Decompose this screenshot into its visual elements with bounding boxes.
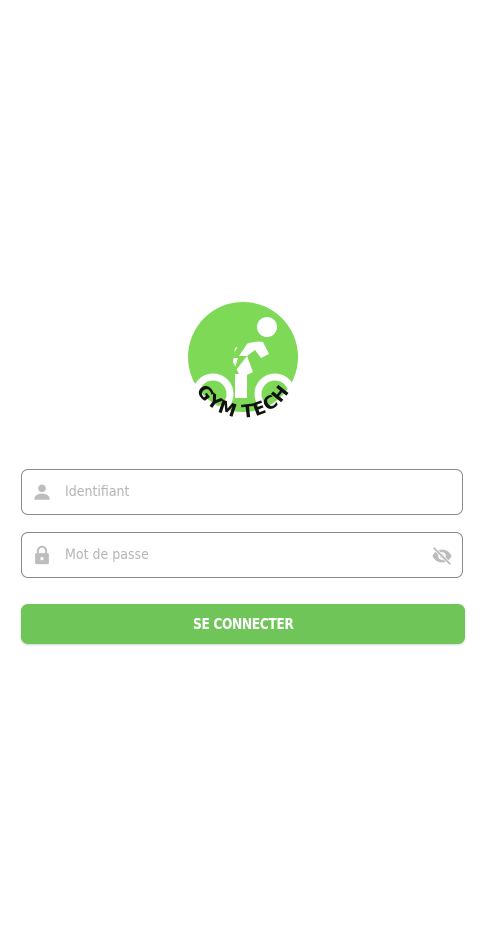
username-input[interactable] [65,470,425,514]
password-field[interactable] [21,532,463,578]
login-button[interactable]: SE CONNECTER [21,604,465,644]
lock-icon [35,545,49,565]
eye-off-icon[interactable] [430,545,454,567]
password-input[interactable] [65,533,425,577]
username-field[interactable] [21,469,463,515]
cyclist-bolt-icon: GYM TECH [188,302,298,423]
person-icon [34,484,50,500]
login-screen: GYM TECH SE CONNECTER [0,0,486,942]
login-button-label: SE CONNECTER [192,615,294,633]
gym-tech-logo: GYM TECH [183,298,303,426]
